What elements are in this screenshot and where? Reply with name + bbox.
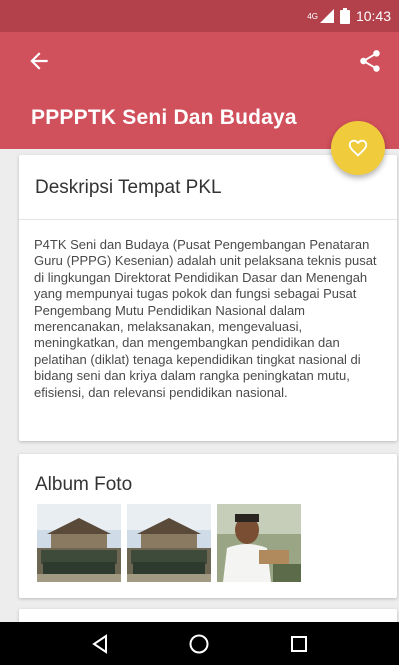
navigation-bar bbox=[0, 622, 399, 665]
signal-icon bbox=[319, 9, 334, 23]
photo-list bbox=[37, 504, 301, 582]
battery-icon bbox=[339, 8, 350, 24]
arrow-left-icon bbox=[30, 52, 48, 70]
favorite-button[interactable] bbox=[331, 121, 385, 175]
triangle-back-icon bbox=[92, 633, 107, 654]
share-icon bbox=[360, 50, 380, 72]
square-recents-icon bbox=[291, 635, 308, 652]
description-card: Deskripsi Tempat PKL P4TK Seni dan Buday… bbox=[19, 155, 397, 441]
status-bar: 4G 10:43 bbox=[0, 0, 399, 32]
status-icons: 4G 10:43 bbox=[307, 8, 391, 24]
circle-home-icon bbox=[189, 634, 209, 653]
group-photo-image bbox=[37, 504, 121, 582]
share-button[interactable] bbox=[357, 48, 383, 74]
nav-home-button[interactable] bbox=[187, 632, 211, 656]
photo-thumbnail-2[interactable] bbox=[127, 504, 211, 582]
nav-back-button[interactable] bbox=[88, 632, 112, 656]
network-label: 4G bbox=[307, 11, 318, 21]
description-text: P4TK Seni dan Budaya (Pusat Pengembangan… bbox=[34, 237, 377, 400]
photo-thumbnail-1[interactable] bbox=[37, 504, 121, 582]
album-card: Album Foto bbox=[19, 454, 397, 598]
nav-recents-button[interactable] bbox=[287, 632, 311, 656]
back-button[interactable] bbox=[26, 48, 52, 74]
album-title: Album Foto bbox=[35, 474, 133, 495]
status-time: 10:43 bbox=[355, 8, 391, 24]
heart-icon bbox=[348, 139, 368, 157]
page-title: PPPPTK Seni Dan Budaya bbox=[31, 106, 297, 129]
group-photo-image bbox=[127, 504, 211, 582]
description-title: Deskripsi Tempat PKL bbox=[35, 177, 222, 198]
man-crafting-image bbox=[217, 504, 301, 582]
divider bbox=[19, 219, 397, 220]
photo-thumbnail-3[interactable] bbox=[217, 504, 301, 582]
